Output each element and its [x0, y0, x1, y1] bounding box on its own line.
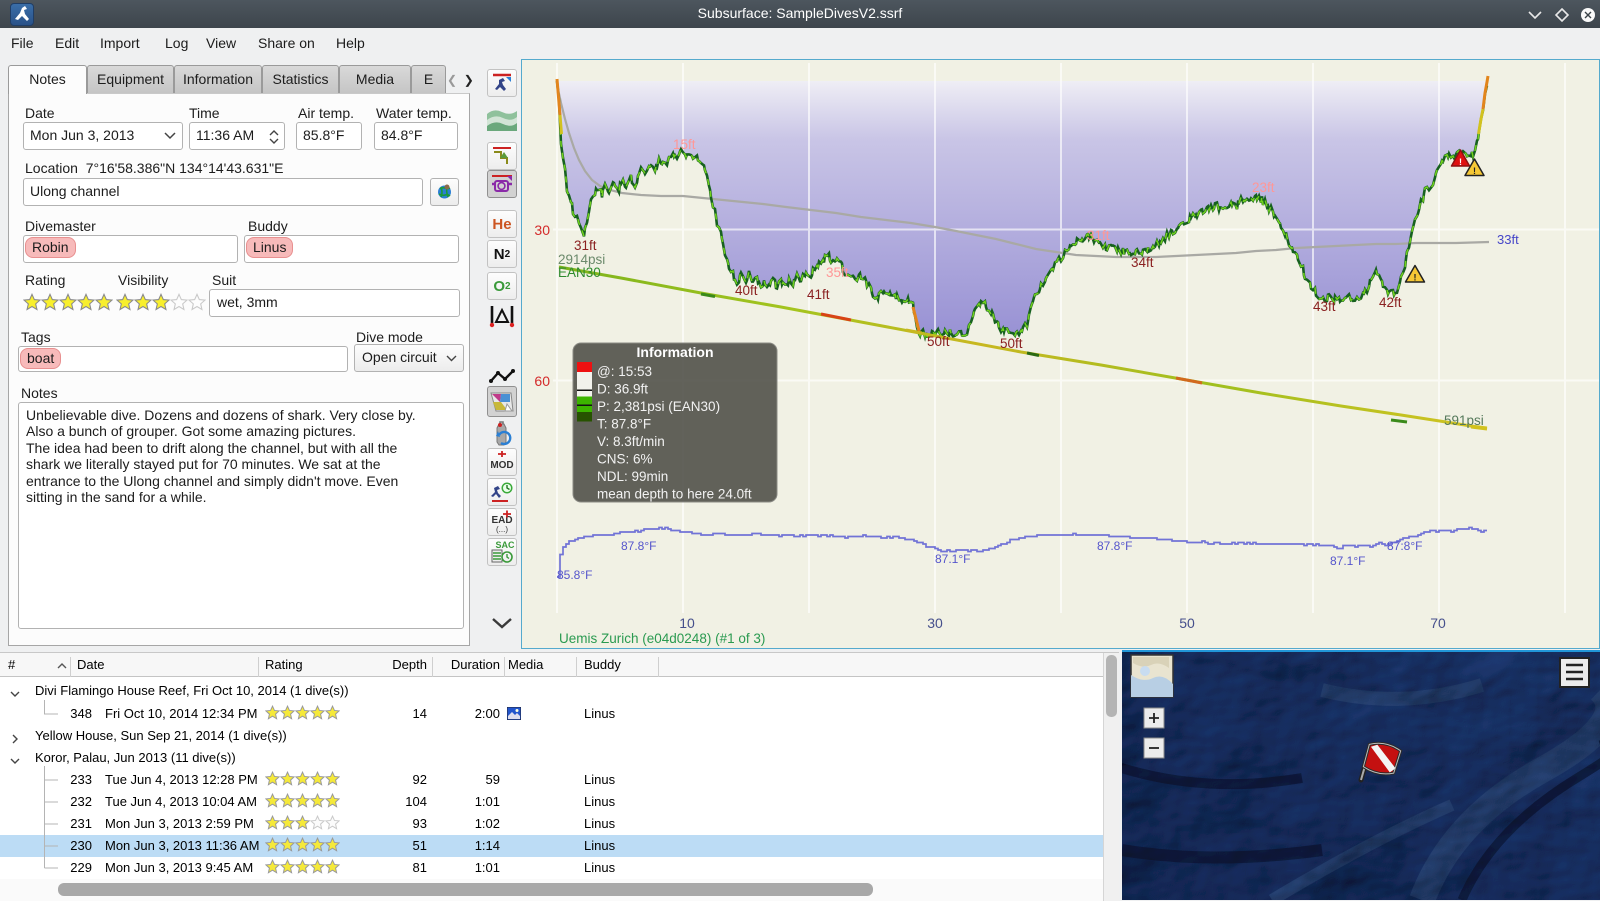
svg-text:50: 50: [1179, 615, 1195, 631]
svg-text:42ft: 42ft: [1379, 295, 1402, 310]
svg-text:NDL: 99min: NDL: 99min: [597, 469, 668, 484]
svg-text:50ft: 50ft: [927, 334, 950, 349]
svg-text:591psi: 591psi: [1444, 413, 1484, 428]
svg-text:40ft: 40ft: [735, 283, 758, 298]
svg-text:MOD: MOD: [490, 460, 513, 471]
svg-text:34ft: 34ft: [1131, 255, 1154, 270]
svg-text:50ft: 50ft: [1000, 336, 1023, 351]
svg-text:41ft: 41ft: [807, 287, 830, 302]
svg-text:85.8°F: 85.8°F: [557, 568, 592, 582]
svg-text:15ft: 15ft: [673, 137, 696, 152]
svg-text:(...): (...): [496, 525, 508, 534]
svg-text:mean depth to here 24.0ft: mean depth to here 24.0ft: [597, 487, 752, 502]
svg-text:10: 10: [679, 615, 695, 631]
svg-text:43ft: 43ft: [1313, 299, 1336, 314]
svg-text:31ft: 31ft: [574, 238, 597, 253]
svg-text:Uemis Zurich (e04d0248) (#1 of: Uemis Zurich (e04d0248) (#1 of 3): [559, 631, 765, 646]
svg-text:33ft: 33ft: [1497, 232, 1519, 247]
svg-text:31ft: 31ft: [1087, 228, 1110, 243]
svg-text:!: !: [1473, 166, 1476, 176]
svg-text:D: 36.9ft: D: 36.9ft: [597, 382, 648, 397]
svg-text:70: 70: [1430, 615, 1446, 631]
svg-text:CNS: 6%: CNS: 6%: [597, 452, 653, 467]
svg-text:87.1°F: 87.1°F: [935, 552, 970, 566]
svg-text:87:8°F: 87:8°F: [1387, 539, 1422, 553]
svg-text:87.8°F: 87.8°F: [1097, 539, 1132, 553]
svg-text:P: 2,381psi (EAN30): P: 2,381psi (EAN30): [597, 399, 720, 414]
svg-text:30: 30: [927, 615, 943, 631]
svg-text:!: !: [1414, 273, 1417, 283]
svg-text:87.1°F: 87.1°F: [1330, 554, 1365, 568]
svg-text:23ft: 23ft: [1252, 180, 1275, 195]
svg-text:@: 15:53: @: 15:53: [597, 364, 652, 379]
svg-text:!: !: [1459, 157, 1462, 167]
svg-text:35ft: 35ft: [826, 265, 849, 280]
svg-text:30: 30: [534, 222, 550, 238]
svg-text:T: 87.8°F: T: 87.8°F: [597, 417, 651, 432]
svg-text:87.8°F: 87.8°F: [621, 539, 656, 553]
svg-text:EAN30: EAN30: [558, 265, 601, 280]
svg-text:Information: Information: [637, 344, 714, 360]
svg-text:V: 8.3ft/min: V: 8.3ft/min: [597, 434, 665, 449]
svg-text:SAC: SAC: [495, 540, 515, 550]
svg-text:60: 60: [534, 373, 550, 389]
